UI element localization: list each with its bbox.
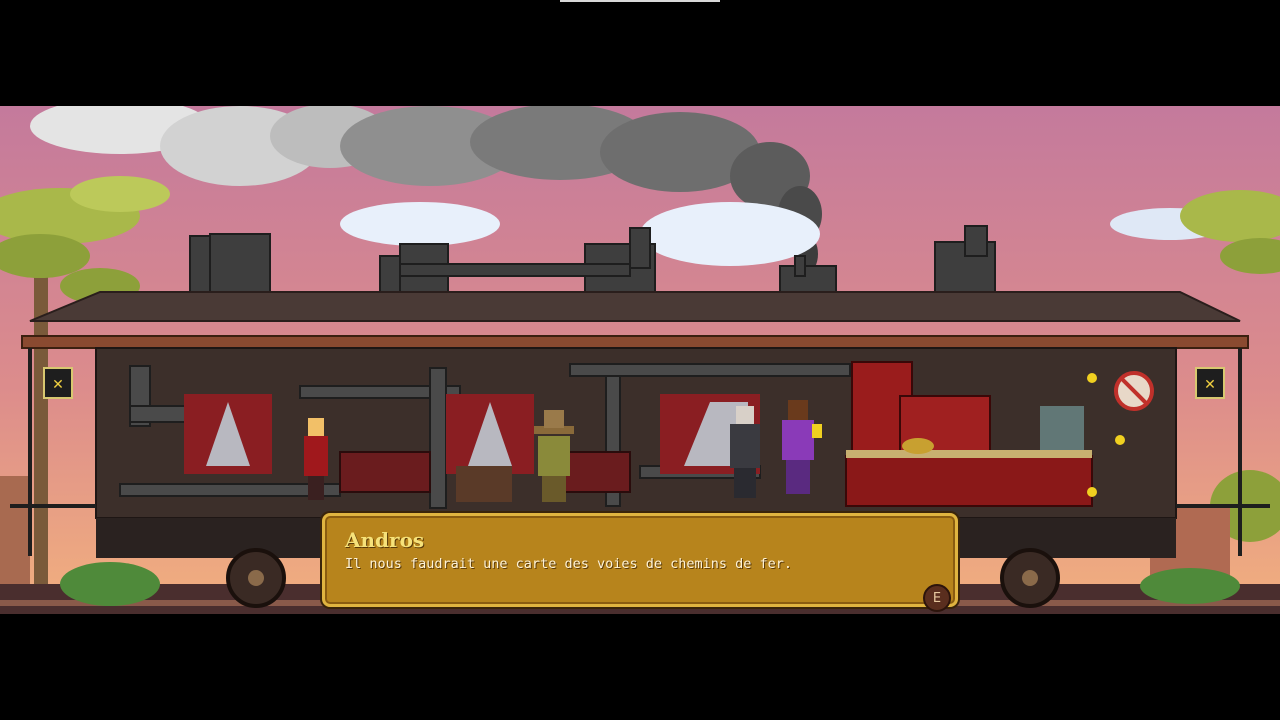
no-smoking-icon — [1114, 371, 1154, 411]
crate — [456, 466, 512, 502]
bush — [1140, 568, 1240, 604]
window — [184, 394, 272, 474]
carriage-roof — [29, 291, 1241, 322]
rock — [0, 476, 30, 586]
svg-text:✕: ✕ — [52, 377, 64, 393]
lantern-icon: ✕ — [1195, 367, 1225, 399]
top-screen-marker — [560, 0, 720, 2]
lantern-icon: ✕ — [43, 367, 73, 399]
svg-text:✕: ✕ — [1204, 377, 1216, 393]
speaker-name: Andros — [345, 528, 425, 552]
wheel — [1000, 548, 1060, 608]
wheel — [226, 548, 286, 608]
bush — [60, 562, 160, 606]
continue-key-icon[interactable]: E — [923, 584, 951, 612]
dialog-box[interactable]: Andros Il nous faudrait une carte des vo… — [322, 513, 958, 612]
bench — [559, 451, 631, 493]
window — [446, 394, 534, 474]
dialog-text: Il nous faudrait une carte des voies de … — [345, 556, 793, 572]
roof-trim — [21, 335, 1249, 349]
bench — [339, 451, 431, 493]
